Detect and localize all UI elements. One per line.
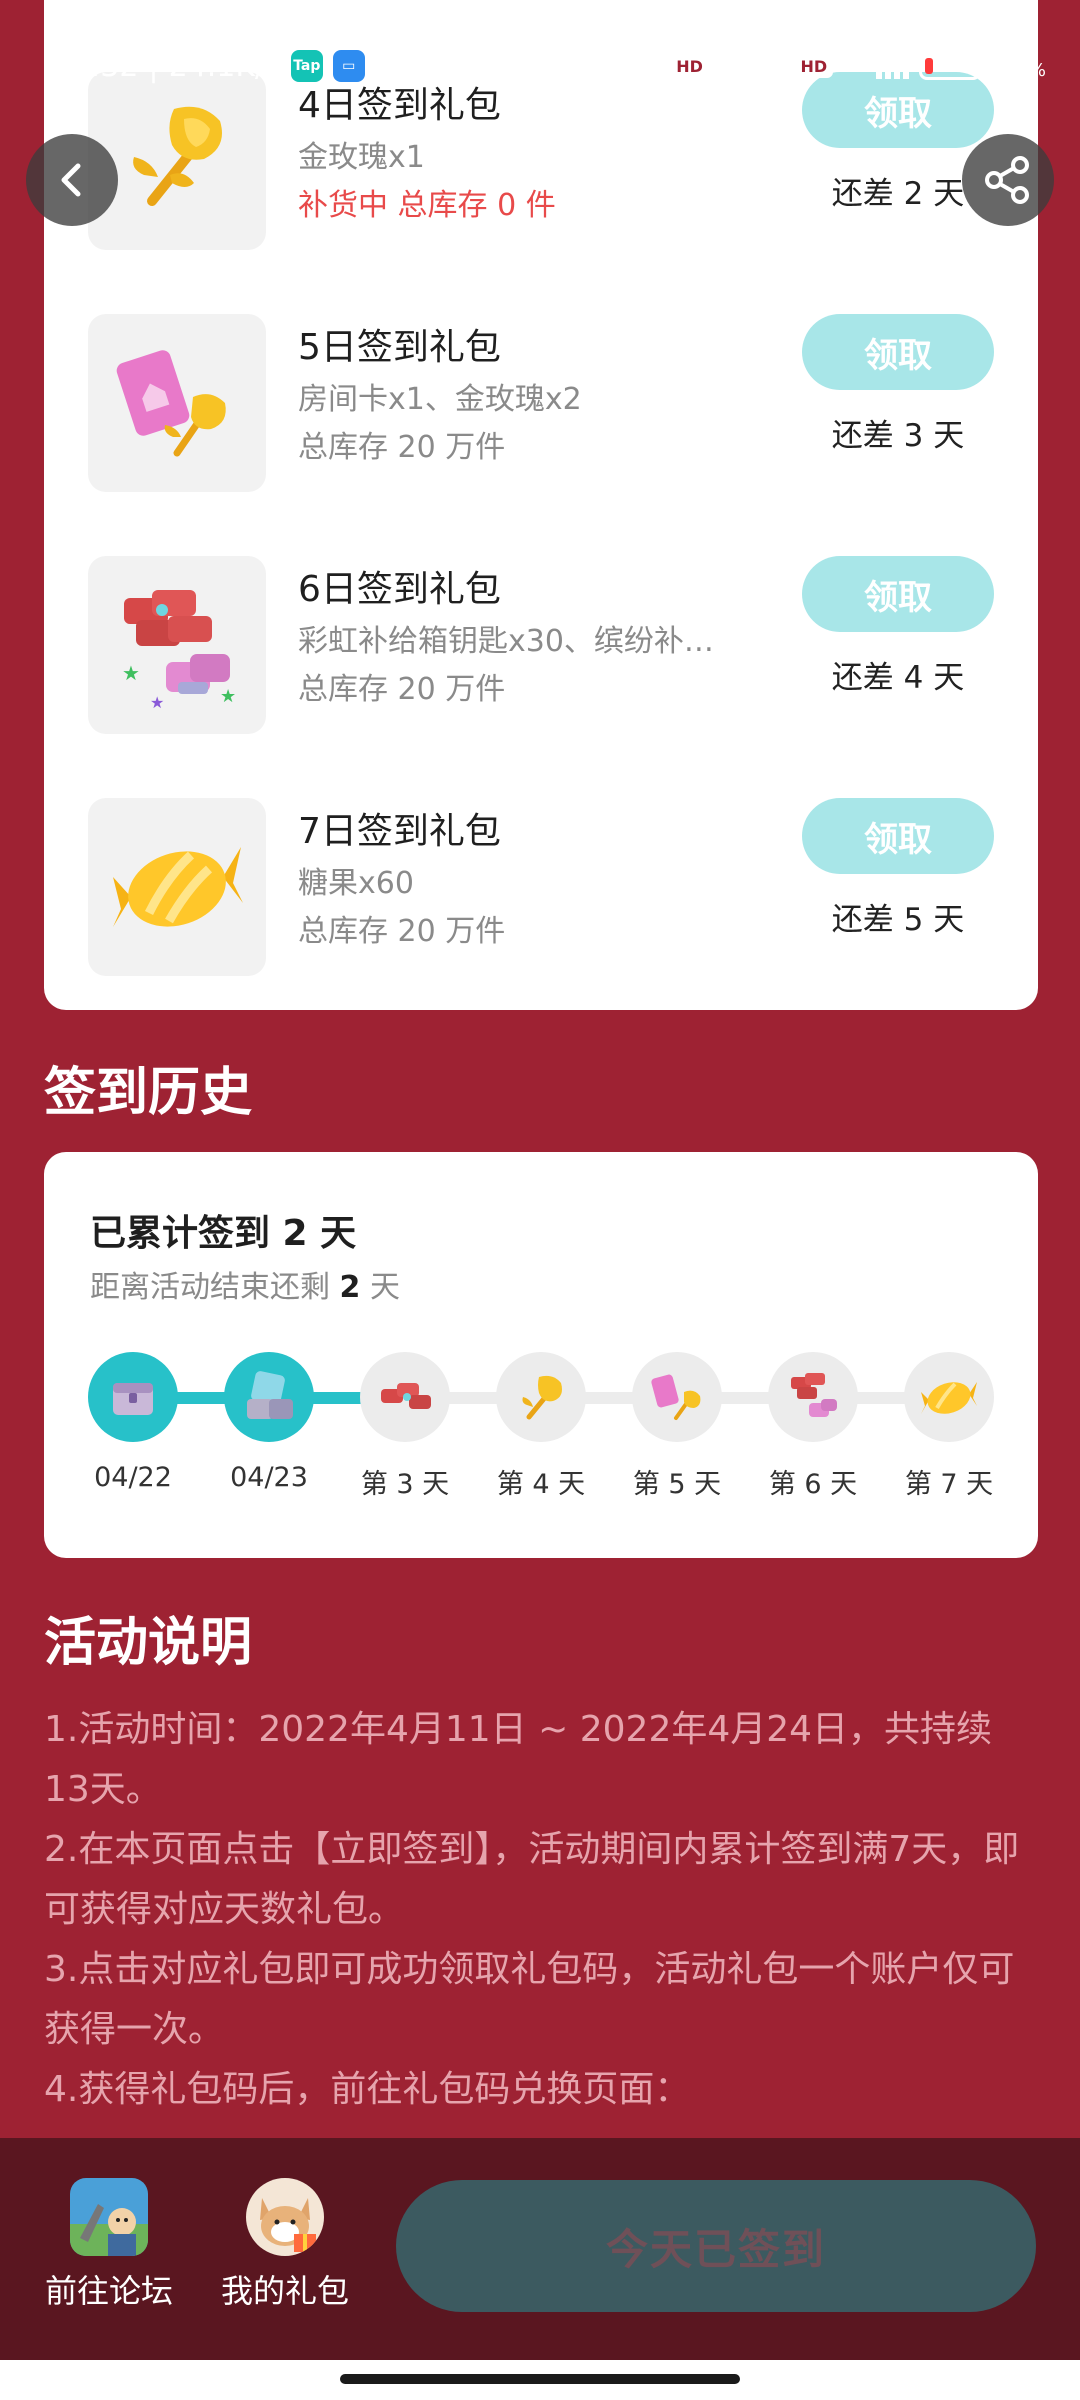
activity-description: 1.活动时间：2022年4月11日 ~ 2022年4月24日，共持续13天。 2… [44,1700,1034,2120]
gift-desc: 房间卡x1、金玫瑰x2 [298,382,582,417]
app-notification-icon: ▭ [332,50,365,82]
gift-item-day4[interactable]: 4日签到礼包 金玫瑰x1 补货中 总库存 0 件 领取 还差 2 天 [44,72,1038,272]
my-gifts-avatar-icon [246,2178,324,2256]
svg-text:★: ★ [220,686,236,707]
day-node-7 [904,1352,994,1442]
status-bar: 12:32 | 24.1K/s Tap ▭ HD 4G HD 4G 12% [52,48,1046,84]
gift-stock-status: 补货中 总库存 0 件 [298,188,556,223]
day-node-5 [632,1352,722,1442]
rule-line-1: 1.活动时间：2022年4月11日 ~ 2022年4月24日，共持续13天。 [44,1709,993,1810]
gift-image [88,798,266,976]
gift-item-day5[interactable]: 5日签到礼包 房间卡x1、金玫瑰x2 总库存 20 万件 领取 还差 3 天 [44,314,1038,514]
candy-icon [113,847,243,927]
room-card-rose-icon [116,350,226,457]
day-label-4: 第 4 天 [496,1469,586,1500]
day-label-6: 第 6 天 [768,1469,858,1500]
claim-button[interactable]: 领取 [802,314,994,390]
status-time: 12:32 [52,48,139,84]
gift-stock-status: 总库存 20 万件 [298,430,506,465]
network-type-1: 4G [718,48,742,68]
network-type-2: 4G [843,48,866,68]
my-gifts-button[interactable]: 我的礼包 [210,2178,360,2312]
forum-label: 前往论坛 [44,2272,173,2310]
gift-title: 5日签到礼包 [298,327,501,368]
gift-image: ★ ★ ★ [88,556,266,734]
svg-text:★: ★ [122,661,140,685]
history-card: 已累计签到 2 天 距离活动结束还剩 2 天 04/22 04/23 第 3 天… [44,1152,1038,1558]
battery-level: 12% [990,48,1046,84]
my-gifts-label: 我的礼包 [220,2272,349,2310]
days-left-count: 2 [339,1270,361,1305]
bottom-action-bar: 前往论坛 我的礼包 今天已签到 [0,2138,1080,2360]
rule-line-3: 3.点击对应礼包即可成功领取礼包码，活动礼包一个账户仅可获得一次。 [44,1949,1015,2050]
gift-item-day7[interactable]: 7日签到礼包 糖果x60 总库存 20 万件 领取 还差 5 天 [44,798,1038,998]
home-indicator[interactable] [340,2374,740,2384]
signal-icon [751,53,785,79]
day-node-6 [768,1352,858,1442]
claim-button[interactable]: 领取 [802,798,994,874]
day-label-3: 第 3 天 [360,1469,450,1500]
forum-button[interactable]: 前往论坛 [34,2178,184,2312]
battery-icon [918,52,986,80]
status-speed: 24.1K/s [168,48,281,84]
gift-title: 7日签到礼包 [298,811,501,852]
day-label-1: 04/22 [94,1462,172,1493]
days-remaining: 还差 5 天 [831,902,965,938]
gift-stock-status: 总库存 20 万件 [298,914,506,949]
claim-button[interactable]: 领取 [802,556,994,632]
candy-icon [921,1382,977,1414]
checkin-button[interactable]: 今天已签到 [396,2180,1036,2312]
day-label-7: 第 7 天 [904,1469,994,1500]
hd-icon: HD [670,54,709,78]
rule-line-2: 2.在本页面点击【立即签到】，活动期间内累计签到满7天，即可获得对应天数礼包。 [44,1829,1020,1930]
box-card-icon [247,1371,293,1419]
back-button[interactable] [26,134,118,226]
gift-image [88,314,266,492]
keys-icon: ★ ★ ★ [122,590,236,712]
day-node-1 [88,1352,178,1442]
description-section-title: 活动说明 [44,1613,253,1673]
gift-desc: 彩虹补给箱钥匙x30、缤纷补… [298,624,714,659]
days-left-text: 距离活动结束还剩 2 天 [90,1270,400,1305]
history-section-title: 签到历史 [44,1063,253,1123]
days-remaining: 还差 3 天 [831,418,965,454]
rule-line-4: 4.获得礼包码后，前往礼包码兑换页面： [44,2069,691,2110]
gift-stock-status: 总库存 20 万件 [298,672,506,707]
rose-icon [133,106,222,206]
day-label-2: 04/23 [230,1462,308,1493]
day-node-4 [496,1352,586,1442]
day-node-2 [224,1352,314,1442]
share-icon [985,156,1029,204]
svg-text:★: ★ [150,693,164,712]
share-button[interactable] [962,134,1054,226]
keys-icon [791,1373,837,1417]
hd-icon-2: HD [794,54,834,78]
forum-game-icon [70,2178,148,2256]
day-label-5: 第 5 天 [632,1469,722,1500]
gift-desc: 糖果x60 [298,866,414,901]
gift-image [88,72,266,250]
chevron-left-icon [61,163,81,197]
gift-item-day6[interactable]: ★ ★ ★ 6日签到礼包 彩虹补给箱钥匙x30、缤纷补… 总库存 20 万件 领… [44,556,1038,756]
supply-boxes-icon [381,1383,431,1409]
day-node-3 [360,1352,450,1442]
tap-app-icon: Tap [290,50,323,82]
rose-icon [522,1375,562,1420]
gift-desc: 金玫瑰x1 [298,140,425,175]
gift-title: 6日签到礼包 [298,569,501,610]
chest-icon [113,1383,153,1415]
days-remaining: 还差 4 天 [831,660,965,696]
signal-icon-2 [875,53,909,79]
total-checkins: 已累计签到 2 天 [90,1213,357,1254]
room-card-rose-icon [651,1374,701,1420]
